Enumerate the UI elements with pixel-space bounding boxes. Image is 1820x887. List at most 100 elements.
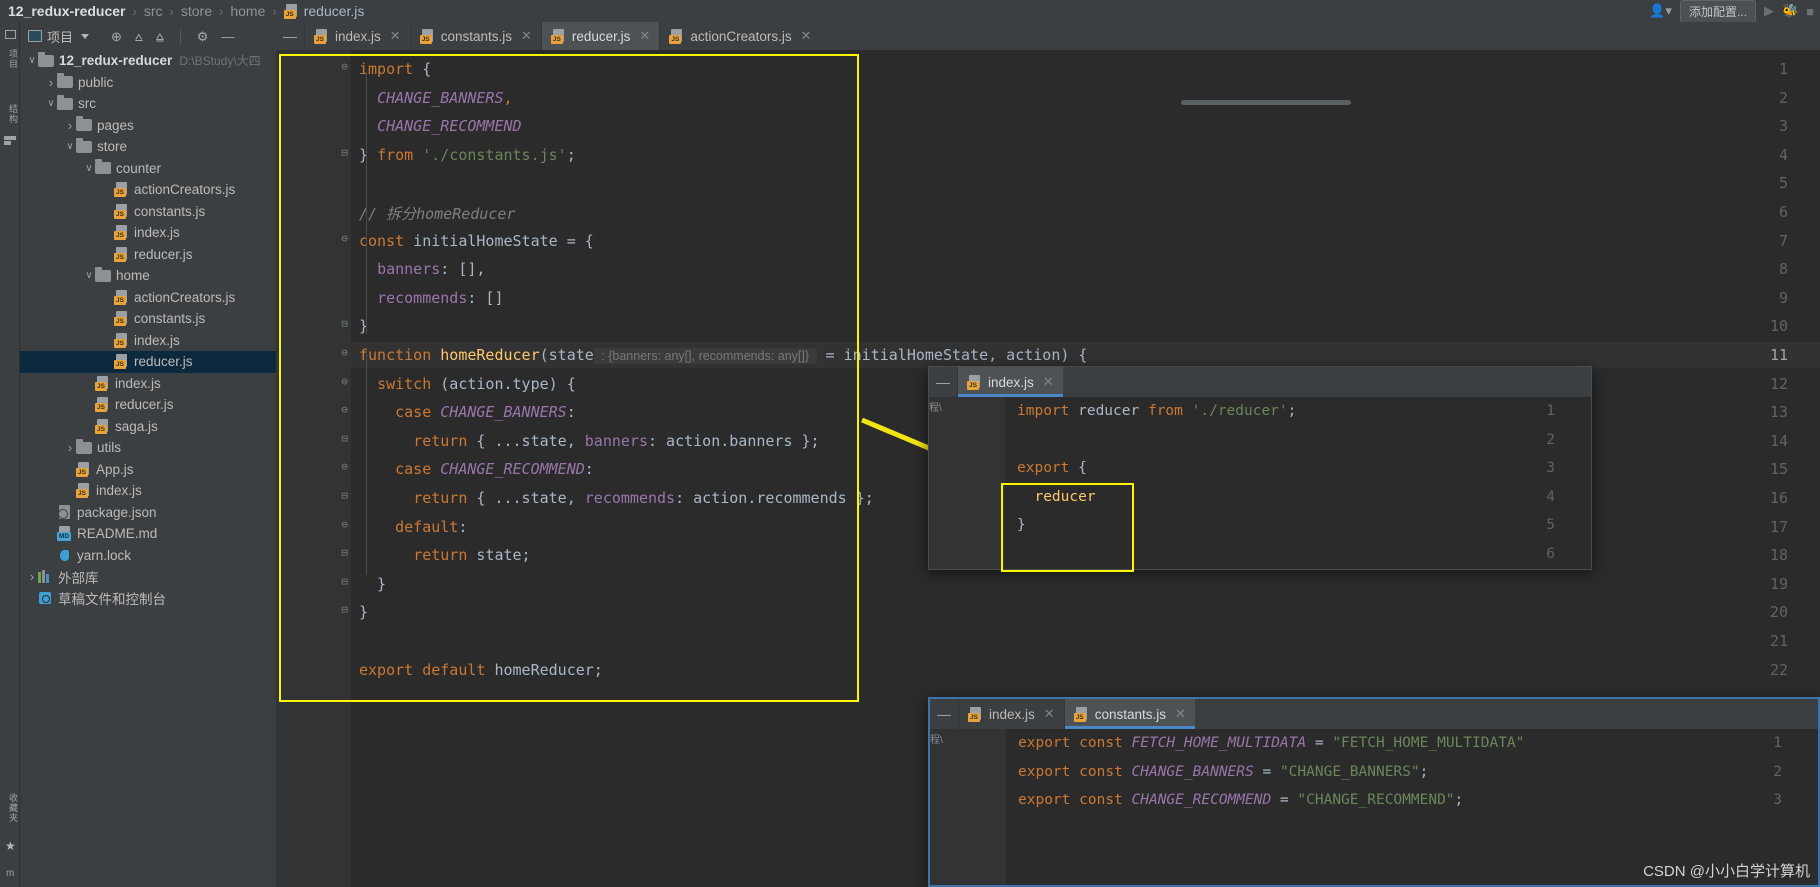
tree-item-actioncreatorsjs[interactable]: actionCreators.js — [20, 179, 276, 201]
code-line[interactable]: export default homeReducer; — [359, 661, 603, 679]
close-icon[interactable]: ✕ — [801, 28, 812, 44]
code-fold-icon[interactable]: ⊖ — [338, 60, 351, 73]
project-file-tree[interactable]: ∨ 12_redux-reducer D:\BStudy\大四 › public ∨ src… — [20, 50, 276, 887]
collapse-all-icon[interactable]: ⩠ — [156, 30, 164, 43]
code-fold-icon[interactable]: ⊖ — [338, 346, 351, 359]
project-tool-icon[interactable] — [4, 30, 16, 39]
code-line[interactable]: // 拆分homeReducer — [359, 203, 515, 224]
tree-item-readmemd[interactable]: README.md — [20, 523, 276, 545]
code-line[interactable]: reducer — [1017, 489, 1095, 505]
tree-item-appjs[interactable]: App.js — [20, 459, 276, 481]
code-line[interactable]: case CHANGE_RECOMMEND: — [359, 460, 594, 478]
tree-item-home[interactable]: ∨ home — [20, 265, 276, 287]
stop-icon[interactable]: ■ — [1806, 4, 1814, 19]
code-fold-icon[interactable]: ⊟ — [338, 603, 351, 616]
tree-item-indexjs[interactable]: index.js — [20, 222, 276, 244]
chevron-right-icon[interactable]: › — [45, 75, 57, 90]
tree-item-packagejson[interactable]: package.json — [20, 502, 276, 524]
tree-item-[interactable]: › 外部库 — [20, 566, 276, 588]
code-line[interactable]: import reducer from './reducer'; — [1017, 403, 1296, 419]
tree-item-yarnlock[interactable]: yarn.lock — [20, 545, 276, 567]
tree-item-indexjs[interactable]: index.js — [20, 330, 276, 352]
chevron-down-icon[interactable]: ∨ — [83, 163, 95, 174]
tree-item-[interactable]: 草稿文件和控制台 — [20, 588, 276, 610]
panel-collapse-icon-constants[interactable]: — — [930, 699, 958, 729]
chevron-down-icon[interactable]: ∨ — [64, 141, 76, 152]
breadcrumb-item[interactable]: reducer.js — [283, 3, 364, 19]
tree-item-counter[interactable]: ∨ counter — [20, 158, 276, 180]
locate-icon[interactable]: ⊕ — [111, 30, 122, 43]
run-icon[interactable]: ▶ — [1764, 3, 1774, 19]
code-line[interactable]: export const CHANGE_RECOMMEND = "CHANGE_… — [1018, 792, 1463, 808]
close-icon[interactable]: ✕ — [1044, 706, 1055, 722]
breadcrumb-item[interactable]: src — [144, 3, 163, 19]
chevron-down-icon[interactable]: ∨ — [83, 270, 95, 281]
chevron-right-icon[interactable]: › — [26, 569, 38, 584]
code-line[interactable]: return state; — [359, 546, 530, 564]
rail-label-m[interactable]: m — [6, 868, 14, 879]
tab-indexjs[interactable]: index.js ✕ — [304, 22, 410, 50]
tree-item-src[interactable]: ∨ src — [20, 93, 276, 115]
code-line[interactable]: } — [1017, 517, 1026, 533]
code-line[interactable]: case CHANGE_BANNERS: — [359, 403, 576, 421]
code-line[interactable]: return { ...state, banners: action.banne… — [359, 432, 819, 450]
panel-body-index[interactable]: 程\ 1 import reducer from './reducer'; 2 3 ex… — [929, 397, 1591, 569]
tab-constantsjs[interactable]: constants.js ✕ — [409, 22, 541, 50]
tree-item-sagajs[interactable]: saga.js — [20, 416, 276, 438]
code-fold-icon[interactable]: ⊟ — [338, 146, 351, 159]
settings-gear-icon[interactable]: ⚙ — [197, 30, 209, 43]
tree-item-pages[interactable]: › pages — [20, 115, 276, 137]
close-icon[interactable]: ✕ — [1043, 374, 1054, 390]
code-line[interactable]: CHANGE_BANNERS, — [359, 89, 512, 107]
tree-item-indexjs[interactable]: index.js — [20, 373, 276, 395]
tree-item-reducerjs[interactable]: reducer.js — [20, 394, 276, 416]
code-line[interactable]: switch (action.type) { — [359, 375, 576, 393]
hide-panel-icon[interactable]: — — [221, 30, 234, 43]
code-line[interactable]: banners: [], — [359, 260, 485, 278]
tab-reducerjs[interactable]: reducer.js ✕ — [540, 22, 660, 50]
code-line[interactable]: function homeReducer(state : {banners: a… — [359, 346, 1087, 364]
user-icon[interactable]: 👤▾ — [1649, 3, 1672, 19]
chevron-down-icon[interactable] — [81, 33, 90, 39]
close-icon[interactable]: ✕ — [390, 28, 401, 44]
code-line[interactable]: } from './constants.js'; — [359, 146, 576, 164]
code-fold-icon[interactable]: ⊖ — [338, 375, 351, 388]
tree-item-12reduxreducer[interactable]: ∨ 12_redux-reducer D:\BStudy\大四 — [20, 50, 276, 72]
code-fold-icon[interactable]: ⊟ — [338, 575, 351, 588]
panel-gutter-index[interactable] — [929, 397, 1005, 569]
code-fold-icon[interactable]: ⊟ — [338, 546, 351, 559]
code-line[interactable]: } — [359, 603, 368, 621]
rail-label-project[interactable]: 项目 — [0, 45, 20, 73]
expand-all-icon[interactable]: ⩟ — [135, 30, 143, 43]
tree-item-constantsjs[interactable]: constants.js — [20, 201, 276, 223]
close-icon[interactable]: ✕ — [1175, 706, 1186, 722]
chevron-down-icon[interactable]: ∨ — [26, 55, 38, 66]
code-line[interactable]: return { ...state, recommends: action.re… — [359, 489, 874, 507]
code-fold-icon[interactable]: ⊟ — [338, 317, 351, 330]
chevron-down-icon[interactable]: ∨ — [45, 98, 57, 109]
code-line[interactable]: CHANGE_RECOMMEND — [359, 117, 522, 135]
floating-editor-constants[interactable]: — index.js ✕ constants.js ✕ 程\ 1 export cons… — [928, 697, 1820, 887]
code-fold-icon[interactable]: ⊟ — [338, 432, 351, 445]
tree-item-indexjs[interactable]: index.js — [20, 480, 276, 502]
hide-editor-icon[interactable]: — — [276, 22, 304, 50]
debug-icon[interactable]: 🐝 — [1782, 3, 1798, 19]
breadcrumb-item[interactable]: 12_redux-reducer — [8, 3, 126, 19]
tree-item-public[interactable]: › public — [20, 72, 276, 94]
add-configuration-button[interactable]: 添加配置... — [1679, 0, 1756, 23]
tree-item-store[interactable]: ∨ store — [20, 136, 276, 158]
star-icon[interactable]: ★ — [5, 839, 16, 853]
floating-editor-index[interactable]: — index.js ✕ 程\ 1 import reducer from './r… — [928, 366, 1592, 572]
breadcrumb-item[interactable]: store — [181, 3, 212, 19]
tree-item-actioncreatorsjs[interactable]: actionCreators.js — [20, 287, 276, 309]
code-line[interactable]: import { — [359, 60, 431, 78]
project-title-group[interactable]: 项目 — [28, 27, 90, 46]
code-fold-icon[interactable]: ⊖ — [338, 460, 351, 473]
code-fold-icon[interactable]: ⊖ — [338, 403, 351, 416]
code-line[interactable]: recommends: [] — [359, 289, 503, 307]
chevron-right-icon[interactable]: › — [64, 118, 76, 133]
panel-tab-index-indexjs[interactable]: index.js ✕ — [957, 367, 1063, 397]
breadcrumb-item[interactable]: home — [230, 3, 265, 19]
close-icon[interactable]: ✕ — [639, 28, 650, 44]
rail-label-structure[interactable]: 结构 — [0, 100, 20, 128]
